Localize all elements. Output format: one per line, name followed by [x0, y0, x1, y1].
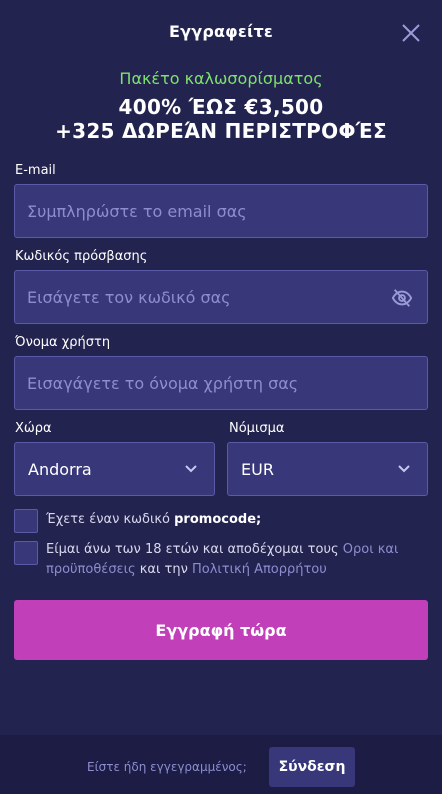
modal-header: Εγγραφείτε [0, 0, 442, 66]
privacy-link[interactable]: Πολιτική Απορρήτου [192, 562, 327, 577]
username-label: Όνομα χρήστη [15, 335, 111, 350]
chevron-down-icon [185, 465, 197, 473]
terms-text-middle: και την [135, 562, 192, 577]
email-field-box [14, 184, 428, 238]
already-registered-text: Είστε ήδη εγγεγραμμένος; [87, 760, 247, 774]
terms-text-prefix: Είμαι άνω των 18 ετών και αποδέχομαι του… [46, 542, 343, 557]
country-value: Andorra [28, 460, 92, 479]
promo-headline-2: +325 ΔΩΡΕΆΝ ΠΕΡΙΣΤΡΟΦΈΣ [55, 119, 387, 143]
login-button[interactable]: Σύνδεση [269, 747, 355, 787]
promocode-checkbox[interactable] [14, 509, 38, 533]
promo-headline-1: 400% ΈΩΣ €3,500 [118, 95, 324, 119]
promocode-text-prefix: Έχετε έναν κωδικό [46, 512, 175, 527]
password-field[interactable] [15, 271, 427, 323]
password-label: Κωδικός πρόσβασης [15, 249, 148, 264]
password-field-box [14, 270, 428, 324]
username-field-box [14, 356, 428, 410]
close-icon[interactable] [400, 22, 422, 44]
register-button[interactable]: Εγγραφή τώρα [14, 600, 428, 660]
country-label: Χώρα [15, 421, 52, 436]
eye-off-icon[interactable] [391, 287, 413, 309]
chevron-down-icon [398, 465, 410, 473]
page-title: Εγγραφείτε [169, 22, 273, 41]
currency-label: Νόμισμα [229, 421, 285, 436]
username-field[interactable] [15, 357, 427, 409]
terms-checkbox[interactable] [14, 541, 38, 565]
email-field[interactable] [15, 185, 427, 237]
country-select[interactable]: Andorra [14, 442, 215, 496]
email-label: E-mail [15, 163, 56, 178]
promocode-text: Έχετε έναν κωδικό promocode; [46, 510, 261, 530]
promocode-text-bold: promocode; [174, 512, 262, 527]
footer: Είστε ήδη εγγεγραμμένος; Σύνδεση [0, 735, 442, 794]
currency-select[interactable]: EUR [227, 442, 428, 496]
promo-subtitle: Πακέτο καλωσορίσματος [119, 69, 323, 88]
currency-value: EUR [241, 460, 274, 479]
terms-text: Είμαι άνω των 18 ετών και αποδέχομαι του… [46, 540, 426, 580]
